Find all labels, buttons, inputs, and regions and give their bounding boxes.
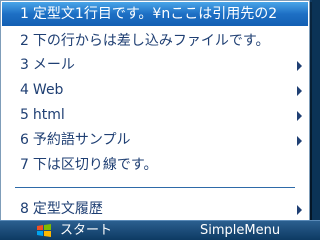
menu-item-label: 予約語サンプル — [32, 132, 131, 148]
submenu-arrow-icon — [297, 136, 302, 146]
menu-item-number: 4 — [20, 82, 29, 98]
right-softkey[interactable]: SimpleMenu — [200, 221, 280, 240]
menu-item-label: 下は区切り線です。 — [32, 157, 158, 173]
menu-separator — [15, 187, 295, 188]
menu-item-label: メール — [32, 57, 75, 73]
menu-item-number: 7 — [20, 157, 29, 173]
menu-item-label: html — [32, 107, 65, 123]
menu-item-number: 1 — [20, 6, 29, 22]
submenu-arrow-icon — [297, 205, 302, 215]
menu-item-8[interactable]: 8 定型文履歴 — [2, 197, 308, 221]
menu-item-number: 2 — [20, 33, 29, 49]
menu-item-number: 6 — [20, 132, 29, 148]
menu-item-5[interactable]: 5 html — [2, 103, 308, 127]
windows-logo-icon[interactable] — [36, 223, 52, 238]
start-softkey[interactable]: スタート — [60, 221, 112, 240]
menu-item-number: 3 — [20, 57, 29, 73]
menu-item-number: 5 — [20, 107, 29, 123]
menu-item-label: 定型文1行目です。¥nここは引用先の2 — [32, 6, 278, 22]
submenu-arrow-icon — [297, 111, 302, 121]
menu-item-label: 定型文履歴 — [32, 201, 103, 217]
submenu-arrow-icon — [297, 86, 302, 96]
menu-item-6[interactable]: 6 予約語サンプル — [2, 128, 308, 152]
menu-item-number: 8 — [20, 201, 29, 217]
menu-item-3[interactable]: 3 メール — [2, 53, 308, 77]
menu-item-7[interactable]: 7 下は区切り線です。 — [2, 153, 308, 177]
submenu-arrow-icon — [297, 61, 302, 71]
menu-item-4[interactable]: 4 Web — [2, 78, 308, 102]
menu-item-2[interactable]: 2 下の行からは差し込みファイルです。 — [2, 29, 308, 53]
menu-item-1[interactable]: 1 定型文1行目です。¥nここは引用先の2 — [2, 2, 308, 26]
window-edge — [312, 0, 320, 220]
context-menu: 1 定型文1行目です。¥nここは引用先の2 2 下の行からは差し込みファイルです。 … — [0, 0, 310, 222]
menu-item-label: 下の行からは差し込みファイルです。 — [32, 33, 270, 49]
taskbar: スタート SimpleMenu — [0, 220, 320, 240]
menu-item-label: Web — [32, 82, 64, 98]
